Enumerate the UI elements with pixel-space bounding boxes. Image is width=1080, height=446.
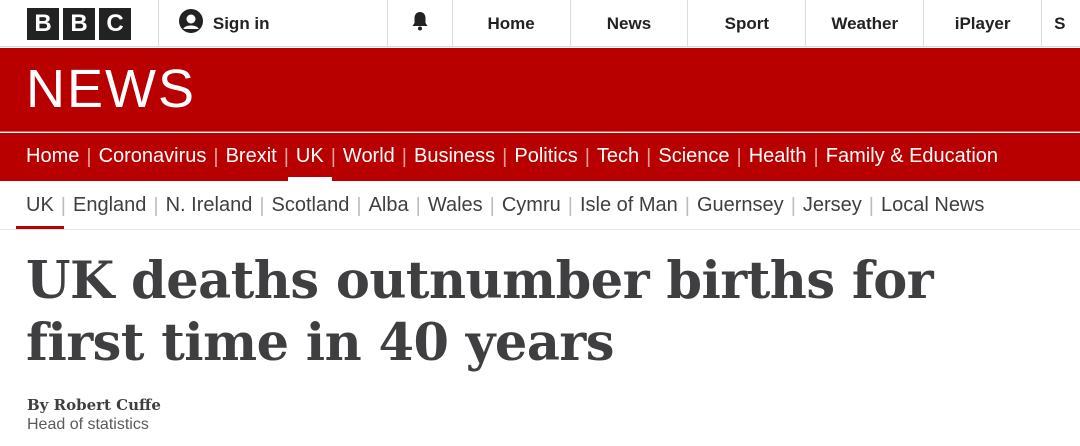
topnav-weather[interactable]: Weather [806,0,925,47]
subsection-england[interactable]: England [73,182,146,229]
notifications-button[interactable] [388,0,453,47]
section-health[interactable]: Health [749,133,807,181]
subsection-local-news[interactable]: Local News [881,182,984,229]
divider: | [736,146,742,168]
topnav-iplayer[interactable]: iPlayer [924,0,1043,47]
divider: | [415,194,421,217]
section-uk[interactable]: UK [287,133,332,181]
divider: | [790,194,796,217]
divider: | [153,194,159,217]
subsection-alba[interactable]: Alba [369,182,409,229]
topnav-sport[interactable]: Sport [688,0,807,47]
subsection-uk[interactable]: UK [16,182,64,229]
divider: | [213,146,219,168]
topnav-sounds-truncated[interactable]: S [1042,0,1080,47]
subsection-cymru[interactable]: Cymru [502,182,561,229]
divider: | [401,146,407,168]
divider: | [356,194,362,217]
divider: | [283,146,289,168]
divider: | [813,146,819,168]
section-family-education[interactable]: Family & Education [826,133,998,181]
news-logo[interactable]: NEWS [26,62,196,116]
subsection-jersey[interactable]: Jersey [803,182,862,229]
subsection-wales[interactable]: Wales [428,182,483,229]
subsection-guernsey[interactable]: Guernsey [697,182,784,229]
section-nav: Home | Coronavirus | Brexit | UK | World… [0,133,1080,181]
divider: | [646,146,652,168]
divider: | [502,146,508,168]
bbc-masthead: B B C Sign in Home News Sport Weather iP… [0,0,1080,47]
divider: | [567,194,573,217]
account-icon [178,9,203,38]
section-coronavirus[interactable]: Coronavirus [99,133,207,181]
divider: | [86,146,92,168]
bbc-logo-letter-b2: B [63,7,95,40]
section-politics[interactable]: Politics [514,133,577,181]
subsection-scotland[interactable]: Scotland [272,182,350,229]
divider: | [330,146,336,168]
divider: | [868,194,874,217]
section-world[interactable]: World [343,133,395,181]
subsection-n-ireland[interactable]: N. Ireland [166,182,253,229]
article-byline: By Robert Cuffe [27,396,161,414]
news-banner: NEWS [0,48,1080,132]
bbc-logo-letter-c: C [99,7,131,40]
section-business[interactable]: Business [414,133,495,181]
divider: | [259,194,265,217]
subsection-isle-of-man[interactable]: Isle of Man [580,182,678,229]
bbc-logo[interactable]: B B C [0,0,159,47]
divider: | [584,146,590,168]
sign-in-button[interactable]: Sign in [159,0,388,47]
bbc-logo-letter-b1: B [27,7,59,40]
article-headline: UK deaths outnumber births for first tim… [26,251,934,373]
sign-in-label: Sign in [212,13,270,33]
section-tech[interactable]: Tech [597,133,639,181]
section-brexit[interactable]: Brexit [226,133,277,181]
bell-icon [411,11,429,36]
topnav-news[interactable]: News [571,0,689,47]
divider: | [489,194,495,217]
divider: | [684,194,690,217]
subsection-nav: UK | England | N. Ireland | Scotland | A… [0,182,1080,230]
section-home[interactable]: Home [26,133,79,181]
author-role: Head of statistics [27,416,149,433]
section-science[interactable]: Science [658,133,729,181]
divider: | [60,194,66,217]
topnav-home[interactable]: Home [453,0,571,47]
